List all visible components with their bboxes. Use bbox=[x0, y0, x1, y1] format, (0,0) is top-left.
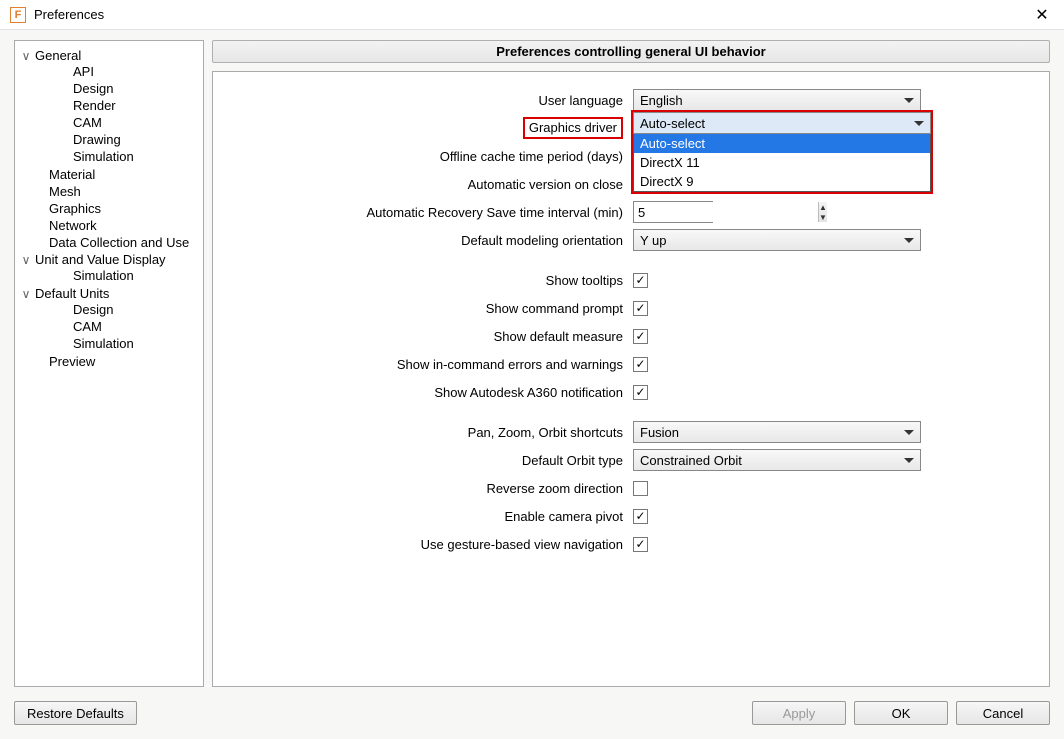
content: Preferences controlling general UI behav… bbox=[212, 40, 1050, 687]
user-language-dropdown[interactable]: English bbox=[633, 89, 921, 111]
tree-item-render[interactable]: Render bbox=[35, 98, 199, 113]
chevron-down-icon bbox=[904, 430, 914, 435]
show-command-prompt-checkbox[interactable] bbox=[633, 301, 648, 316]
tree-item-cam[interactable]: CAM bbox=[35, 115, 199, 130]
enable-camera-pivot-label: Enable camera pivot bbox=[223, 509, 633, 524]
show-in-command-errors-label: Show in-command errors and warnings bbox=[223, 357, 633, 372]
recovery-interval-input[interactable] bbox=[634, 202, 818, 222]
graphics-driver-dropdown-open: Auto-select Auto-select DirectX 11 Direc… bbox=[633, 112, 931, 192]
chevron-down-icon bbox=[914, 121, 924, 126]
preferences-window: F Preferences ✕ ∨ General API Design bbox=[0, 0, 1064, 739]
reverse-zoom-checkbox[interactable] bbox=[633, 481, 648, 496]
chevron-down-icon[interactable]: ∨ bbox=[19, 49, 33, 63]
graphics-driver-label: Graphics driver bbox=[223, 117, 633, 139]
tree-item-api[interactable]: API bbox=[35, 64, 199, 79]
spinner-up-icon[interactable]: ▲ bbox=[819, 202, 827, 212]
ok-button[interactable]: OK bbox=[854, 701, 948, 725]
apply-button[interactable]: Apply bbox=[752, 701, 846, 725]
tree-item-du-design[interactable]: Design bbox=[35, 302, 199, 317]
tree-item-data-collection[interactable]: Data Collection and Use bbox=[19, 235, 199, 250]
app-icon: F bbox=[10, 7, 26, 23]
tree-item-preview[interactable]: Preview bbox=[19, 354, 199, 369]
window-title: Preferences bbox=[34, 7, 104, 22]
show-a360-notification-checkbox[interactable] bbox=[633, 385, 648, 400]
recovery-interval-label: Automatic Recovery Save time interval (m… bbox=[223, 205, 633, 220]
chevron-down-icon bbox=[904, 238, 914, 243]
tree-item-material[interactable]: Material bbox=[19, 167, 199, 182]
default-orientation-dropdown[interactable]: Y up bbox=[633, 229, 921, 251]
graphics-driver-dropdown[interactable]: Auto-select bbox=[633, 112, 931, 134]
show-in-command-errors-checkbox[interactable] bbox=[633, 357, 648, 372]
enable-camera-pivot-checkbox[interactable] bbox=[633, 509, 648, 524]
offline-cache-label: Offline cache time period (days) bbox=[223, 149, 633, 164]
graphics-driver-option-dx9[interactable]: DirectX 9 bbox=[634, 172, 930, 191]
show-tooltips-checkbox[interactable] bbox=[633, 273, 648, 288]
show-default-measure-checkbox[interactable] bbox=[633, 329, 648, 344]
show-command-prompt-label: Show command prompt bbox=[223, 301, 633, 316]
section-header: Preferences controlling general UI behav… bbox=[212, 40, 1050, 63]
tree-item-unit-simulation[interactable]: Simulation bbox=[35, 268, 199, 283]
show-default-measure-label: Show default measure bbox=[223, 329, 633, 344]
gesture-nav-checkbox[interactable] bbox=[633, 537, 648, 552]
tree-item-du-simulation[interactable]: Simulation bbox=[35, 336, 199, 351]
chevron-down-icon bbox=[904, 458, 914, 463]
spinner-down-icon[interactable]: ▼ bbox=[819, 212, 827, 222]
chevron-down-icon bbox=[904, 98, 914, 103]
pan-zoom-orbit-dropdown[interactable]: Fusion bbox=[633, 421, 921, 443]
tree-node-general[interactable]: ∨ General bbox=[19, 48, 199, 63]
graphics-driver-options: Auto-select DirectX 11 DirectX 9 bbox=[633, 134, 931, 192]
chevron-down-icon[interactable]: ∨ bbox=[19, 287, 33, 301]
tree-node-default-units[interactable]: ∨ Default Units bbox=[19, 286, 199, 301]
tree-node-unit-display[interactable]: ∨ Unit and Value Display bbox=[19, 252, 199, 267]
default-orientation-label: Default modeling orientation bbox=[223, 233, 633, 248]
show-a360-notification-label: Show Autodesk A360 notification bbox=[223, 385, 633, 400]
default-orbit-type-dropdown[interactable]: Constrained Orbit bbox=[633, 449, 921, 471]
gesture-nav-label: Use gesture-based view navigation bbox=[223, 537, 633, 552]
body: ∨ General API Design Render CAM Drawing … bbox=[0, 30, 1064, 739]
tree-item-design[interactable]: Design bbox=[35, 81, 199, 96]
auto-version-close-label: Automatic version on close bbox=[223, 177, 633, 192]
tree-item-du-cam[interactable]: CAM bbox=[35, 319, 199, 334]
button-row: Restore Defaults Apply OK Cancel bbox=[14, 687, 1050, 729]
close-icon[interactable]: ✕ bbox=[1030, 3, 1054, 27]
pan-zoom-orbit-label: Pan, Zoom, Orbit shortcuts bbox=[223, 425, 633, 440]
graphics-driver-option-dx11[interactable]: DirectX 11 bbox=[634, 153, 930, 172]
tree-item-simulation[interactable]: Simulation bbox=[35, 149, 199, 164]
nav-tree: ∨ General API Design Render CAM Drawing … bbox=[14, 40, 204, 687]
tree-item-graphics[interactable]: Graphics bbox=[19, 201, 199, 216]
reverse-zoom-label: Reverse zoom direction bbox=[223, 481, 633, 496]
chevron-down-icon[interactable]: ∨ bbox=[19, 253, 33, 267]
graphics-driver-option-auto[interactable]: Auto-select bbox=[634, 134, 930, 153]
titlebar: F Preferences ✕ bbox=[0, 0, 1064, 30]
tree-item-mesh[interactable]: Mesh bbox=[19, 184, 199, 199]
cancel-button[interactable]: Cancel bbox=[956, 701, 1050, 725]
tree-item-drawing[interactable]: Drawing bbox=[35, 132, 199, 147]
user-language-label: User language bbox=[223, 93, 633, 108]
recovery-interval-spinner[interactable]: ▲ ▼ bbox=[633, 201, 713, 223]
default-orbit-type-label: Default Orbit type bbox=[223, 453, 633, 468]
show-tooltips-label: Show tooltips bbox=[223, 273, 633, 288]
settings-panel: User language English Graphics driver bbox=[212, 71, 1050, 687]
restore-defaults-button[interactable]: Restore Defaults bbox=[14, 701, 137, 725]
tree-item-network[interactable]: Network bbox=[19, 218, 199, 233]
